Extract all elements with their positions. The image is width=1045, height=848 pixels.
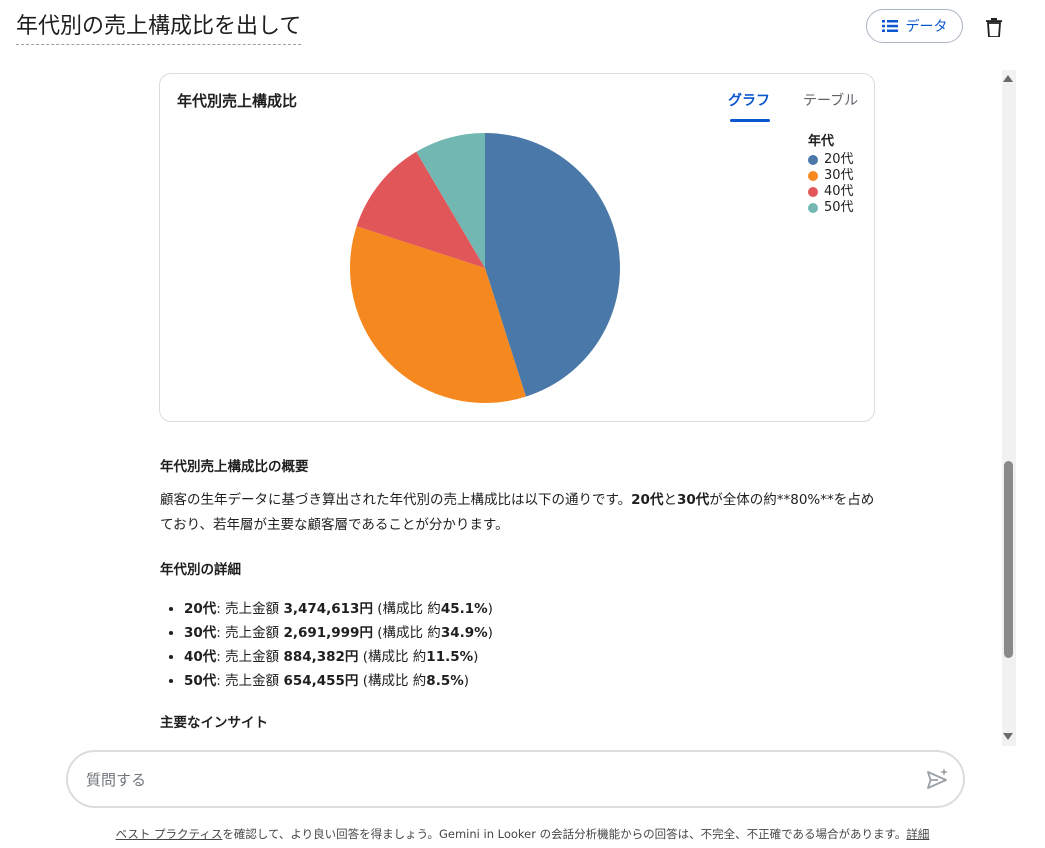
send-sparkle-icon[interactable] — [926, 768, 950, 790]
legend-label: 50代 — [824, 200, 854, 215]
item-age: 40代 — [184, 649, 217, 665]
legend-title: 年代 — [808, 134, 835, 149]
item-ratio-post: ) — [487, 601, 493, 617]
list-item: 20代: 売上金額 3,474,613円 (構成比 約45.1%) — [184, 597, 880, 621]
legend-swatch — [808, 203, 818, 213]
data-button[interactable]: データ — [866, 9, 963, 43]
item-ratio-pre: (構成比 約 — [372, 601, 441, 617]
legend-item[interactable]: 30代 — [808, 168, 854, 184]
list-item: 50代: 売上金額 654,455円 (構成比 約8.5%) — [184, 669, 880, 693]
item-ratio-post: ) — [487, 625, 493, 641]
question-input[interactable] — [84, 766, 908, 794]
conversation-area[interactable]: 年代別売上構成比 グラフ テーブル 年代 20代 30代 40代 50代 年代別売上構… — [0, 70, 1000, 746]
summary-paragraph: 顧客の生年データに基づき算出された年代別の売上構成比は以下の通りです。20代と3… — [160, 488, 880, 538]
list-item: 30代: 売上金額 2,691,999円 (構成比 約34.9%) — [184, 621, 880, 645]
item-ratio-pre: (構成比 約 — [358, 673, 427, 689]
chart-legend: 年代 20代 30代 40代 50代 — [808, 130, 854, 216]
item-amount: 884,382円 — [283, 649, 359, 665]
detail-heading: 年代別の詳細 — [160, 562, 241, 578]
item-ratio: 45.1% — [440, 601, 488, 617]
item-sep: : 売上金額 — [216, 649, 284, 665]
legend-item[interactable]: 50代 — [808, 200, 854, 216]
item-amount: 654,455円 — [283, 673, 359, 689]
item-amount: 3,474,613円 — [283, 601, 373, 617]
legend-label: 30代 — [824, 168, 854, 183]
item-age: 50代 — [184, 673, 217, 689]
legend-label: 20代 — [824, 152, 854, 167]
insight-heading: 主要なインサイト — [160, 715, 268, 731]
summary-text-a: 顧客の生年データに基づき算出された年代別の売上構成比は以下の通りです。 — [160, 492, 632, 508]
disclaimer: ベスト プラクティスを確認して、より良い回答を得ましょう。Gemini in L… — [0, 826, 1045, 842]
answer-text: 年代別売上構成比の概要 顧客の生年データに基づき算出された年代別の売上構成比は以… — [160, 455, 880, 736]
legend-swatch — [808, 187, 818, 197]
item-ratio-pre: (構成比 約 — [372, 625, 441, 641]
detail-list: 20代: 売上金額 3,474,613円 (構成比 約45.1%) 30代: 売… — [160, 597, 880, 693]
ask-box — [66, 750, 965, 808]
item-sep: : 売上金額 — [216, 601, 284, 617]
legend-item[interactable]: 20代 — [808, 152, 854, 168]
pie-chart — [350, 133, 620, 403]
scrollbar-thumb[interactable] — [1004, 461, 1013, 658]
disclaimer-text: を確認して、より良い回答を得ましょう。Gemini in Looker の会話分… — [222, 827, 907, 841]
item-ratio: 11.5% — [426, 649, 474, 665]
best-practices-link[interactable]: ベスト プラクティス — [116, 827, 223, 841]
summary-heading: 年代別売上構成比の概要 — [160, 459, 309, 475]
item-age: 20代 — [184, 601, 217, 617]
item-sep: : 売上金額 — [216, 625, 284, 641]
scroll-up-arrow-icon[interactable] — [1003, 75, 1013, 82]
item-ratio-post: ) — [463, 673, 470, 689]
item-sep: : 売上金額 — [216, 673, 284, 689]
page-title: 年代別の売上構成比を出して — [16, 12, 302, 45]
trash-icon — [986, 17, 1002, 37]
data-button-label: データ — [905, 19, 948, 35]
legend-swatch — [808, 171, 818, 181]
item-amount: 2,691,999円 — [283, 625, 373, 641]
item-ratio: 8.5% — [426, 673, 464, 689]
summary-bold-30s: 30代 — [676, 492, 710, 508]
summary-text-c: と — [663, 492, 677, 508]
list-icon — [881, 20, 898, 32]
scroll-down-arrow-icon[interactable] — [1003, 733, 1013, 740]
item-ratio-pre: (構成比 約 — [358, 649, 427, 665]
delete-button[interactable] — [982, 15, 1006, 39]
chart-card: 年代別売上構成比 グラフ テーブル 年代 20代 30代 40代 50代 — [159, 73, 875, 422]
item-age: 30代 — [184, 625, 217, 641]
item-ratio-post: ) — [473, 649, 479, 665]
legend-swatch — [808, 155, 818, 165]
list-item: 40代: 売上金額 884,382円 (構成比 約11.5%) — [184, 645, 880, 669]
summary-bold-20s: 20代 — [631, 492, 664, 508]
item-ratio: 34.9% — [440, 625, 488, 641]
legend-item[interactable]: 40代 — [808, 184, 854, 200]
legend-label: 40代 — [824, 184, 854, 199]
detail-link[interactable]: 詳細 — [906, 827, 929, 841]
